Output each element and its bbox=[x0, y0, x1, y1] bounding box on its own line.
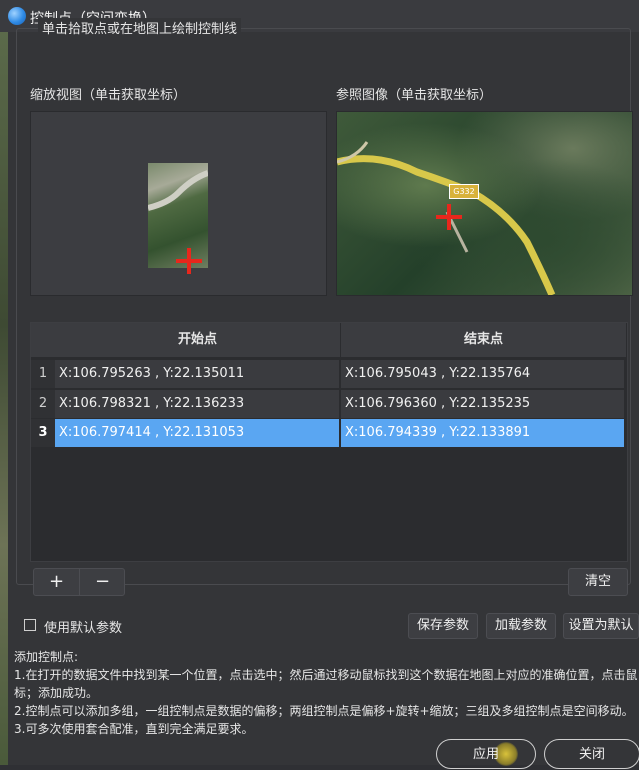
load-params-button[interactable]: 加载参数 bbox=[486, 613, 556, 639]
help-line-1b: 标；添加成功。 bbox=[14, 686, 99, 700]
zoom-view-panel[interactable] bbox=[30, 111, 327, 296]
help-text: 添加控制点: 1.在打开的数据文件中找到某一个位置，点击选中；然后通过移动鼠标找… bbox=[14, 648, 638, 738]
row-number: 3 bbox=[31, 419, 55, 447]
save-params-button[interactable]: 保存参数 bbox=[408, 613, 478, 639]
reference-view-label: 参照图像（单击获取坐标） bbox=[336, 88, 493, 103]
use-default-label[interactable]: 使用默认参数 bbox=[44, 617, 122, 636]
start-point-header[interactable]: 开始点 bbox=[55, 323, 341, 357]
clear-button[interactable]: 清空 bbox=[568, 568, 628, 596]
table-row-selected[interactable]: 3 X:106.797414 , Y:22.131053 X:106.79433… bbox=[31, 419, 627, 447]
group-title: 单击拾取点或在地图上绘制控制线 bbox=[38, 18, 242, 37]
table-row[interactable]: 2 X:106.798321 , Y:22.136233 X:106.79636… bbox=[31, 390, 627, 418]
zoom-crosshair-icon bbox=[176, 248, 202, 274]
row-number: 2 bbox=[31, 390, 55, 418]
background-map-edge bbox=[0, 32, 8, 765]
end-point-cell[interactable]: X:106.796360 , Y:22.135235 bbox=[341, 390, 625, 418]
start-point-cell[interactable]: X:106.797414 , Y:22.131053 bbox=[55, 419, 340, 447]
reference-view-panel[interactable]: G332 bbox=[336, 111, 633, 296]
start-point-cell[interactable]: X:106.795263 , Y:22.135011 bbox=[55, 360, 340, 388]
control-point-table: 开始点 结束点 1 X:106.795263 , Y:22.135011 X:1… bbox=[30, 322, 628, 562]
end-point-header[interactable]: 结束点 bbox=[341, 323, 627, 357]
help-line-3: 3.可多次使用套合配准，直到完全满足要求。 bbox=[14, 722, 254, 736]
road-sign-g332: G332 bbox=[449, 184, 479, 199]
zoom-view-label: 缩放视图（单击获取坐标） bbox=[30, 88, 187, 103]
set-default-button[interactable]: 设置为默认 bbox=[563, 613, 639, 639]
row-number: 1 bbox=[31, 360, 55, 388]
add-point-button[interactable]: + bbox=[34, 569, 80, 595]
use-default-checkbox[interactable] bbox=[24, 619, 36, 631]
add-remove-group: + − bbox=[33, 568, 125, 596]
end-point-cell[interactable]: X:106.794339 , Y:22.133891 bbox=[341, 419, 625, 447]
help-title: 添加控制点: bbox=[14, 650, 79, 664]
reference-crosshair-icon bbox=[436, 204, 462, 230]
app-logo-icon bbox=[8, 7, 26, 25]
start-point-cell[interactable]: X:106.798321 , Y:22.136233 bbox=[55, 390, 340, 418]
end-point-cell[interactable]: X:106.795043 , Y:22.135764 bbox=[341, 360, 625, 388]
reference-road-layer bbox=[337, 141, 556, 295]
help-line-1: 1.在打开的数据文件中找到某一个位置，点击选中；然后通过移动鼠标找到这个数据在地… bbox=[14, 668, 638, 682]
remove-point-button[interactable]: − bbox=[80, 569, 125, 595]
help-line-2: 2.控制点可以添加多组，一组控制点是数据的偏移；两组控制点是偏移+旋转+缩放；三… bbox=[14, 704, 634, 718]
table-corner-header bbox=[31, 323, 56, 357]
table-row[interactable]: 1 X:106.795263 , Y:22.135011 X:106.79504… bbox=[31, 360, 627, 388]
